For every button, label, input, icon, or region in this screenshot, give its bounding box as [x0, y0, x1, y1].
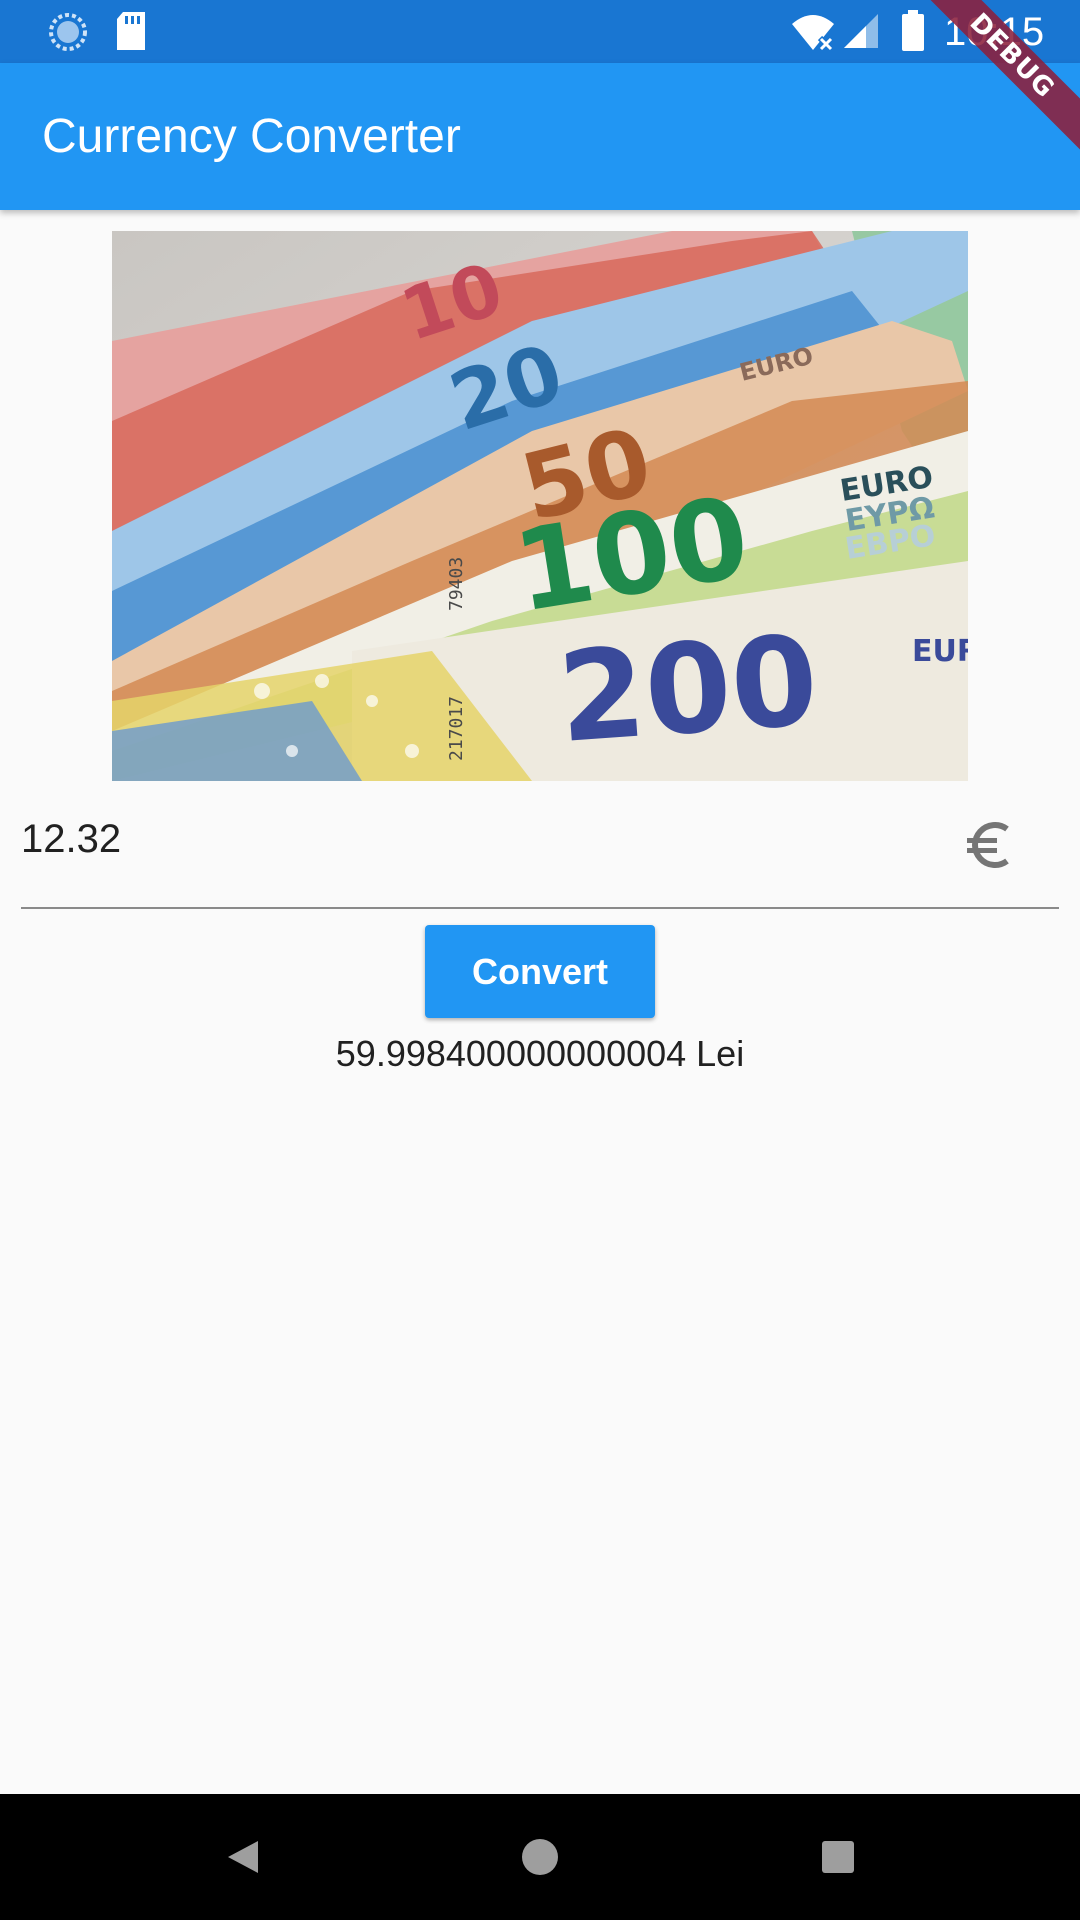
euro-banknotes-illustration: 10 20 50 EURO 100 EURO ΕΥΡΩ ЕВРО 79403 2…: [112, 231, 968, 781]
note-200-serial: 217017: [446, 696, 467, 761]
note-200-euro-text: EURO: [912, 634, 968, 669]
home-icon[interactable]: [510, 1827, 570, 1887]
euro-banknotes-image: 10 20 50 EURO 100 EURO ΕΥΡΩ ЕВРО 79403 2…: [112, 231, 968, 781]
amount-input[interactable]: 12.32: [21, 795, 1059, 909]
sd-card-icon: [117, 12, 145, 50]
amount-input-value[interactable]: 12.32: [21, 815, 121, 863]
amount-input-underline: [21, 907, 1059, 909]
note-200-label: 200: [554, 609, 822, 771]
screen: 10:15 Currency Converter DEBUG 10 20 50 …: [0, 0, 1080, 1920]
recents-icon[interactable]: [808, 1827, 868, 1887]
convert-button[interactable]: Convert: [425, 925, 655, 1018]
status-bar: 10:15: [0, 0, 1080, 63]
navigation-bar: [0, 1794, 1080, 1920]
status-time: 10:15: [944, 10, 1045, 54]
battery-icon: [902, 10, 924, 51]
conversion-result: 59.998400000000004 Lei: [335, 1033, 745, 1074]
note-100-serial: 79403: [446, 557, 467, 611]
euro-icon: [967, 822, 1009, 868]
wifi-off-icon: [792, 15, 835, 52]
app-title: Currency Converter: [42, 110, 461, 163]
app-bar: Currency Converter: [0, 63, 1080, 210]
cell-signal-icon: [844, 14, 878, 48]
back-icon[interactable]: [212, 1827, 272, 1887]
sync-icon: [49, 13, 87, 51]
